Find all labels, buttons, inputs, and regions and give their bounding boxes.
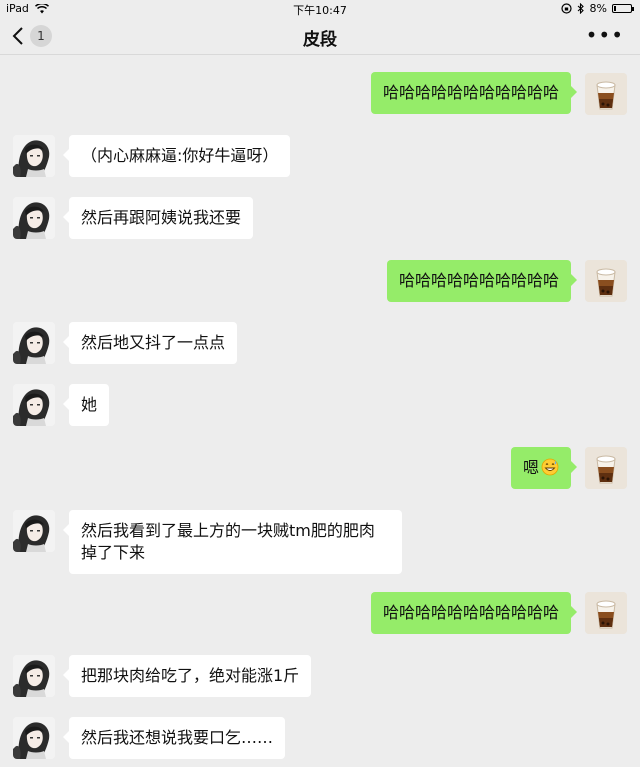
received-message[interactable]: 她 [62,384,110,426]
contact-avatar[interactable] [13,322,55,364]
status-bar: iPad 下午10:47 8% [0,0,640,17]
received-message[interactable]: 把那块肉给吃了，绝对能涨1斤 [62,655,312,697]
message-text: 嗯 [522,458,539,477]
status-time: 下午10:47 [293,4,347,17]
my-avatar[interactable] [585,260,627,302]
received-message[interactable]: 然后我看到了最上方的一块贼tm肥的肥肉 掉了下来 [63,510,402,574]
chat-title: 皮段 [303,30,337,50]
my-avatar[interactable] [585,73,627,115]
sent-message[interactable]: 哈哈哈哈哈哈哈哈哈哈哈 [370,72,578,114]
my-avatar[interactable] [585,592,627,634]
received-message[interactable]: 然后地又抖了一点点 [62,322,238,364]
contact-avatar[interactable] [13,197,55,239]
contact-avatar[interactable] [13,384,55,426]
my-avatar[interactable] [585,447,627,489]
status-right: 8% [560,2,634,15]
more-options-icon[interactable]: ••• [586,23,624,47]
contact-avatar[interactable] [13,135,55,177]
contact-avatar[interactable] [13,717,55,759]
contact-avatar[interactable] [13,655,55,697]
received-message[interactable]: 然后我还想说我要口乞…… [62,717,286,759]
battery-percent: 8% [589,2,607,15]
contact-avatar[interactable] [13,510,55,552]
sent-message[interactable]: 嗯 [510,447,578,489]
sent-message[interactable]: 哈哈哈哈哈哈哈哈哈哈 [386,260,578,302]
bluetooth-icon [577,3,584,14]
sent-message[interactable]: 哈哈哈哈哈哈哈哈哈哈哈 [370,592,578,634]
orientation-lock-icon [560,3,572,14]
message-line: 然后我看到了最上方的一块贼tm肥的肥肉 [81,521,375,540]
grinning-sweat-emoji-icon [541,458,559,476]
message-line: 掉了下来 [81,543,146,562]
battery-icon [612,4,634,13]
received-message[interactable]: （内心麻麻逼:你好牛逼呀） [62,135,291,177]
received-message[interactable]: 然后再跟阿姨说我还要 [62,197,254,239]
chat-header: 1 皮段 ••• [0,17,640,55]
